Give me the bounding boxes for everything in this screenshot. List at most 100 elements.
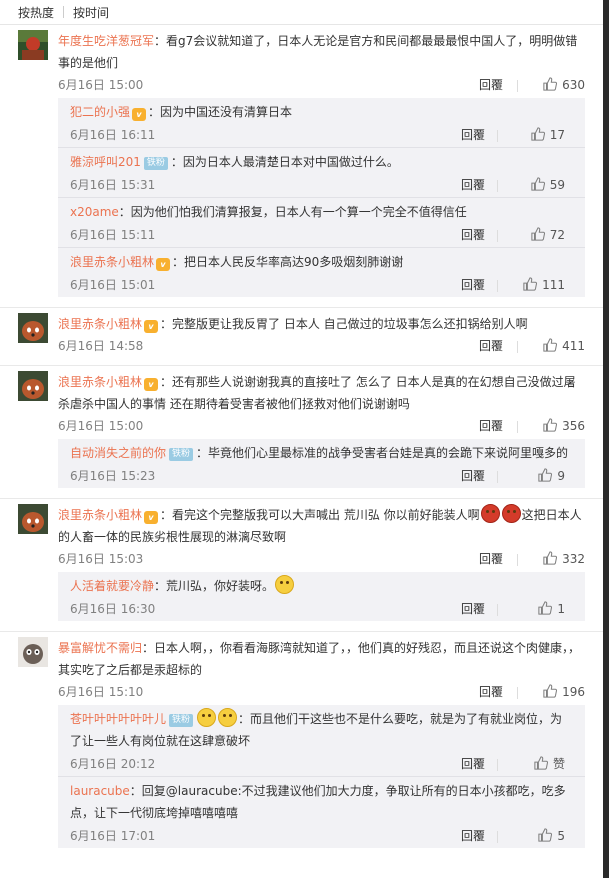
reply-button[interactable]: 回覆	[461, 752, 485, 776]
meta-divider	[497, 604, 498, 616]
reply-meta: 6月16日 16:11 回覆 17	[70, 123, 573, 147]
reply-username[interactable]: 犯二的小强	[70, 105, 130, 119]
comment-feed: 按热度 按时间 年度生吃洋葱冠军：看g7会议就知道了，日本人无论是官方和民间都最…	[0, 0, 603, 878]
like-button[interactable]: 111	[505, 273, 565, 297]
reply-text: 自动消失之前的你 铁粉 ：毕竟他们心里最标准的战争受害者台娃是真的会跪下来说阿里嘎多…	[70, 442, 573, 464]
avatar[interactable]	[18, 313, 48, 343]
vip-badge-icon: v	[156, 258, 171, 271]
like-button[interactable]: 9	[505, 464, 565, 488]
avatar[interactable]	[18, 637, 48, 667]
like-button[interactable]: 411	[525, 335, 585, 357]
meta-divider	[497, 471, 498, 483]
thumbs-up-icon	[531, 127, 545, 141]
reply-item: lauracube：回复@lauracube:不过我建议他们加大力度，争取让所有…	[58, 777, 585, 848]
avatar[interactable]	[18, 30, 48, 60]
like-button[interactable]: 5	[505, 824, 565, 848]
reply-username[interactable]: 苍叶叶叶叶叶叶儿	[70, 712, 166, 726]
like-button[interactable]: 1	[505, 597, 565, 621]
reply-button[interactable]: 回覆	[479, 335, 503, 357]
reply-button[interactable]: 回覆	[479, 681, 503, 703]
fan-badge[interactable]: 铁粉	[169, 714, 194, 727]
reply-meta: 6月16日 20:12 回覆 赞	[70, 752, 573, 776]
sort-bar: 按热度 按时间	[0, 0, 603, 25]
like-button[interactable]: 赞	[505, 752, 565, 776]
reply-timestamp: 6月16日 16:11	[70, 128, 156, 142]
reply-button[interactable]: 回覆	[461, 173, 485, 197]
reply-username[interactable]: x20ame	[70, 205, 119, 219]
like-button[interactable]: 17	[505, 123, 565, 147]
like-button[interactable]: 332	[525, 548, 585, 570]
comment-username[interactable]: 暴富解忧不需归	[58, 641, 142, 655]
reply-username[interactable]: 自动消失之前的你	[70, 446, 166, 460]
reply-text: lauracube：回复@lauracube:不过我建议他们加大力度，争取让所有…	[70, 780, 573, 824]
comment-username[interactable]: 年度生吃洋葱冠军	[58, 34, 154, 48]
emoji-icon	[197, 708, 217, 727]
reply-button[interactable]: 回覆	[461, 597, 485, 621]
reply-button[interactable]: 回覆	[461, 223, 485, 247]
reply-item: 浪里赤条小粗林 v ：把日本人民反华率高达90多吸烟刻肺谢谢 6月16日 15:01…	[58, 248, 585, 297]
avatar[interactable]	[18, 504, 48, 534]
thumbs-up-icon	[538, 828, 553, 842]
reply-content: ：因为他们怕我们清算报复，日本人有一个算一个完全不值得信任	[118, 205, 467, 219]
thumbs-up-icon	[531, 177, 545, 191]
reply-username[interactable]: 浪里赤条小粗林	[70, 255, 154, 269]
vip-badge-icon: v	[144, 378, 159, 391]
reply-button[interactable]: 回覆	[461, 464, 485, 488]
like-count: 59	[549, 178, 565, 192]
emoji-icon	[501, 504, 521, 523]
sort-by-hot-tab[interactable]: 按热度	[18, 4, 54, 21]
comment-username[interactable]: 浪里赤条小粗林	[58, 375, 142, 389]
reply-meta: 6月16日 15:31 回覆 59	[70, 173, 573, 197]
comment-username[interactable]: 浪里赤条小粗林	[58, 508, 142, 522]
reply-meta: 6月16日 16:30 回覆 1	[70, 597, 573, 621]
reply-username[interactable]: 雅涼呼叫201	[70, 155, 141, 169]
reply-text: 浪里赤条小粗林 v ：把日本人民反华率高达90多吸烟刻肺谢谢	[70, 251, 573, 273]
comment-item: 浪里赤条小粗林 v ：完整版更让我反胃了 日本人 自己做过的垃圾事怎么还扣锅给别人啊…	[0, 308, 603, 366]
reply-item: x20ame：因为他们怕我们清算报复，日本人有一个算一个完全不值得信任 6月16…	[58, 198, 585, 248]
reply-text: 人活着就要冷静：荒川弘，你好装呀。	[70, 575, 573, 597]
comment-item: 浪里赤条小粗林 v ：看完这个完整版我可以大声喊出 荒川弘 你以前好能装人啊 这把日本…	[0, 499, 603, 632]
emoji-icon	[218, 708, 238, 727]
fan-badge[interactable]: 铁粉	[169, 448, 194, 461]
like-count: 5	[557, 829, 565, 843]
reply-button[interactable]: 回覆	[461, 824, 485, 848]
reply-button[interactable]: 回覆	[479, 548, 503, 570]
reply-timestamp: 6月16日 20:12	[70, 757, 156, 771]
reply-username[interactable]: lauracube	[70, 784, 130, 798]
meta-divider	[517, 341, 518, 353]
avatar[interactable]	[18, 371, 48, 401]
reply-meta: 6月16日 15:01 回覆 111	[70, 273, 573, 297]
reply-item: 人活着就要冷静：荒川弘，你好装呀。 6月16日 16:30 回覆 1	[58, 572, 585, 621]
reply-meta: 6月16日 15:23 回覆 9	[70, 464, 573, 488]
thumbs-up-icon	[543, 338, 558, 352]
like-count: 196	[562, 685, 585, 699]
reply-button[interactable]: 回覆	[479, 74, 503, 96]
like-count: 1	[557, 602, 565, 616]
like-button[interactable]: 59	[505, 173, 565, 197]
like-button[interactable]: 630	[525, 74, 585, 96]
comment-content: ：看完这个完整版我可以大声喊出 荒川弘 你以前好能装人啊	[160, 508, 480, 522]
fan-badge[interactable]: 铁粉	[143, 157, 168, 170]
reply-timestamp: 6月16日 15:23	[70, 469, 156, 483]
sort-by-time-tab[interactable]: 按时间	[73, 4, 109, 21]
reply-item: 雅涼呼叫201 铁粉 ：因为日本人最清楚日本对中国做过什么。 6月16日 15:31…	[58, 148, 585, 198]
meta-divider	[517, 554, 518, 566]
reply-button[interactable]: 回覆	[461, 273, 485, 297]
like-button[interactable]: 72	[505, 223, 565, 247]
comment-item: 浪里赤条小粗林 v ：还有那些人说谢谢我真的直接吐了 怎么了 日本人是真的在幻想自己…	[0, 366, 603, 499]
like-count: 630	[562, 78, 585, 92]
reply-button[interactable]: 回覆	[461, 123, 485, 147]
reply-content: ：荒川弘，你好装呀。	[154, 579, 275, 593]
comment-username[interactable]: 浪里赤条小粗林	[58, 317, 142, 331]
comment-text: 暴富解忧不需归：日本人啊，，你看看海豚湾就知道了，，他们真的好残忍，而且还说这个…	[58, 637, 585, 681]
comment-timestamp: 6月16日 15:10	[58, 685, 144, 699]
reply-item: 自动消失之前的你 铁粉 ：毕竟他们心里最标准的战争受害者台娃是真的会跪下来说阿里嘎多…	[58, 439, 585, 488]
reply-button[interactable]: 回覆	[479, 415, 503, 437]
reply-content: ：回复@lauracube:不过我建议他们加大力度，争取让所有的日本小孩都吃，吃…	[70, 784, 566, 820]
reply-username[interactable]: 人活着就要冷静	[70, 579, 154, 593]
like-button[interactable]: 356	[525, 415, 585, 437]
comment-timestamp: 6月16日 15:00	[58, 419, 144, 433]
reply-text: 苍叶叶叶叶叶叶儿 铁粉 ：而且他们干这些也不是什么要吃，就是为了有就业岗位，为了让一…	[70, 708, 573, 752]
comment-text: 浪里赤条小粗林 v ：完整版更让我反胃了 日本人 自己做过的垃圾事怎么还扣锅给别人啊	[58, 313, 585, 335]
like-button[interactable]: 196	[525, 681, 585, 703]
